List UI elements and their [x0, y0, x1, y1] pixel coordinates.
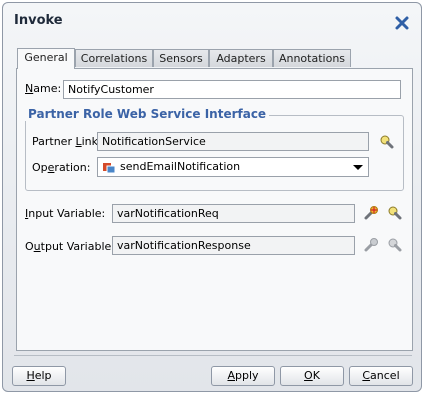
partner-role-group	[25, 115, 404, 191]
tab-adapters[interactable]: Adapters	[209, 49, 273, 67]
flashlight-icon[interactable]	[379, 134, 395, 150]
tab-annotations[interactable]: Annotations	[273, 49, 351, 67]
name-label: Name:	[25, 82, 62, 95]
output-variable-label: Output Variable:	[25, 240, 115, 253]
partner-link-label: Partner Link:	[32, 135, 102, 148]
tab-sensors[interactable]: Sensors	[153, 49, 209, 67]
dialog-title: Invoke	[14, 13, 63, 28]
general-panel: Name: NotifyCustomer Partner Role Web Se…	[16, 68, 413, 351]
invoke-dialog: Invoke General Correlations Sensors Adap…	[2, 2, 422, 392]
flashlight-icon-disabled[interactable]	[387, 237, 403, 253]
partner-link-field[interactable]: NotificationService	[97, 132, 369, 151]
chevron-down-icon[interactable]	[353, 165, 363, 170]
operation-value: sendEmailNotification	[120, 160, 241, 173]
create-variable-icon-disabled[interactable]	[363, 237, 379, 253]
name-input[interactable]: NotifyCustomer	[63, 80, 401, 99]
tab-general[interactable]: General	[17, 48, 75, 69]
partner-role-group-title: Partner Role Web Service Interface	[25, 107, 270, 121]
cancel-button[interactable]: Cancel	[349, 366, 413, 386]
operation-label: Operation:	[32, 161, 91, 174]
help-button[interactable]: Help	[12, 366, 66, 386]
flashlight-icon[interactable]	[387, 205, 403, 221]
create-variable-icon[interactable]	[363, 205, 379, 221]
operation-select[interactable]: sendEmailNotification	[97, 157, 369, 177]
input-variable-label: Input Variable:	[25, 207, 106, 220]
operation-icon	[103, 163, 116, 174]
input-variable-field[interactable]: varNotificationReq	[112, 204, 355, 223]
close-icon[interactable]	[394, 15, 410, 31]
output-variable-field[interactable]: varNotificationResponse	[112, 236, 355, 255]
ok-button[interactable]: OK	[280, 366, 344, 386]
apply-button[interactable]: Apply	[211, 366, 275, 386]
button-separator	[14, 355, 412, 356]
tab-correlations[interactable]: Correlations	[75, 49, 153, 67]
